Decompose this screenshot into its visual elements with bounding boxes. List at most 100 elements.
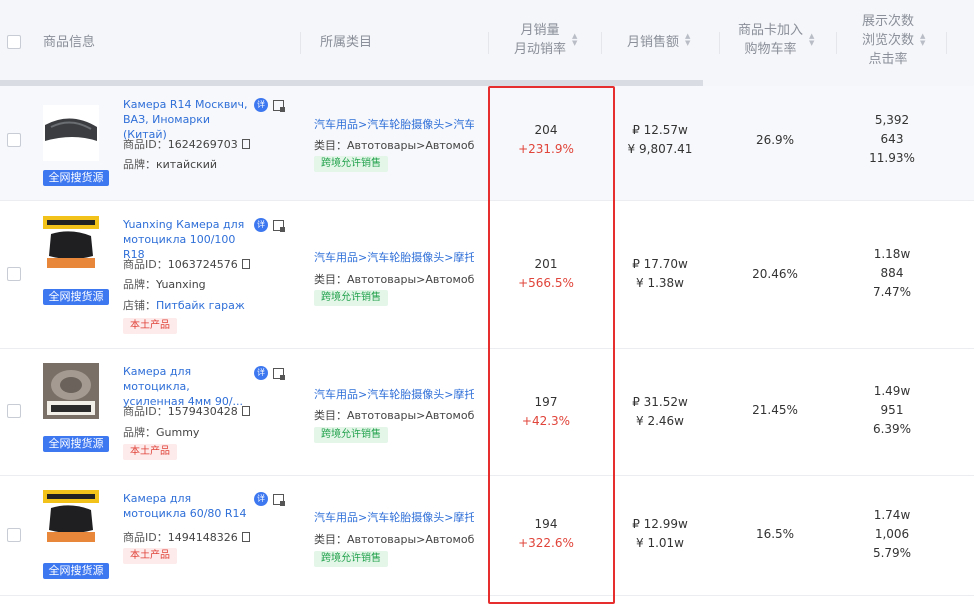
table-row: 全网搜货源 Камера для мотоцикла 60/80 R14 详 商… (0, 476, 974, 596)
product-brand: 品牌：Yuanxing (123, 276, 206, 292)
category-type-value: Автотовары>Автомобильные шины (347, 273, 474, 286)
header-cart-rate-label-2: 购物车率 (744, 42, 797, 57)
header-monthly-revenue-label: 月销售额 (627, 34, 680, 50)
table-header: 商品信息 所属类目 月销量 月动销率 ▲ ▼ 月销售额 ▲ ▼ 商品卡加入 购物车率… (0, 0, 974, 86)
views: 643 (880, 132, 904, 146)
brand-value: Yuanxing (156, 278, 206, 291)
category-path-link[interactable]: 汽车用品>汽车轮胎摄像头>摩托车 (314, 509, 474, 525)
product-image[interactable] (43, 490, 99, 546)
traffic-cell: 5,392 643 11.93% (836, 111, 948, 168)
copy-icon[interactable] (241, 139, 250, 149)
source-search-button[interactable]: 全网搜货源 (43, 563, 109, 579)
sort-icon[interactable]: ▲ ▼ (920, 33, 925, 47)
product-id-value: 1624269703 (167, 138, 238, 151)
detail-icon[interactable]: 详 (254, 98, 268, 112)
cross-border-tag: 跨境允许销售 (314, 551, 388, 567)
select-all-checkbox[interactable] (7, 35, 21, 49)
revenue-cny: ¥ 9,807.41 (627, 142, 693, 156)
brand-label: 品牌： (123, 278, 156, 291)
detail-icon[interactable]: 详 (254, 218, 268, 232)
row-checkbox[interactable] (7, 133, 21, 147)
category-path-link[interactable]: 汽车用品>汽车轮胎摄像头>摩托车 (314, 386, 474, 402)
ctr: 5.79% (872, 546, 912, 560)
ctr: 11.93% (869, 151, 915, 165)
header-divider (836, 32, 837, 54)
cross-border-tag: 跨境允许销售 (314, 427, 388, 443)
category-label: 类目： (314, 533, 347, 546)
black-inner-tube-image (43, 105, 99, 161)
sort-icon[interactable]: ▲ ▼ (809, 33, 814, 47)
brand-value: Gummy (156, 426, 200, 439)
brand-label: 品牌： (123, 426, 156, 439)
category-label: 类目： (314, 273, 347, 286)
header-monthly-revenue[interactable]: 月销售额 ▲ ▼ (627, 0, 690, 80)
copy-icon[interactable] (241, 406, 250, 416)
cart-rate-cell: 16.5% (755, 527, 795, 541)
product-brand: 品牌：Gummy (123, 424, 199, 440)
external-link-icon[interactable] (273, 100, 285, 112)
product-id: 商品ID：1063724576 (123, 256, 250, 272)
header-monthly-sales[interactable]: 月销量 月动销率 ▲ ▼ (514, 0, 577, 80)
external-link-icon[interactable] (273, 494, 285, 506)
category-path-link[interactable]: 汽车用品>汽车轮胎摄像头>汽车配件 (314, 116, 474, 132)
product-image[interactable] (43, 105, 99, 161)
product-image[interactable] (43, 216, 99, 272)
header-impressions[interactable]: 展示次数 浏览次数 点击率 ▲ ▼ (862, 0, 925, 80)
brand-label: 品牌： (123, 158, 156, 171)
ctr: 6.39% (872, 422, 912, 436)
shop-link[interactable]: Питбайк гараж (156, 299, 245, 312)
product-id-label: 商品ID： (123, 531, 168, 544)
local-product-tag: 本土产品 (123, 444, 177, 460)
copy-icon[interactable] (241, 259, 250, 269)
brand-value: китайский (156, 158, 218, 171)
row-checkbox[interactable] (7, 528, 21, 542)
ctr: 7.47% (872, 285, 912, 299)
views: 1,006 (874, 527, 910, 541)
product-id: 商品ID：1624269703 (123, 136, 250, 152)
table-row: 全网搜货源 Камера для мотоцикла, усиленная 4м… (0, 349, 974, 476)
header-cart-rate[interactable]: 商品卡加入 购物车率 ▲ ▼ (738, 0, 814, 80)
revenue-cny: ¥ 1.01w (636, 536, 684, 550)
product-title-link[interactable]: Камера для мотоцикла 60/80 R14 (123, 491, 251, 521)
product-image[interactable] (43, 363, 99, 419)
product-id-label: 商品ID： (123, 258, 168, 271)
category-path-link[interactable]: 汽车用品>汽车轮胎摄像头>摩托车 (314, 249, 474, 265)
external-link-icon[interactable] (273, 368, 285, 380)
external-link-icon[interactable] (273, 220, 285, 232)
sort-icon[interactable]: ▲ ▼ (685, 33, 690, 47)
header-divider (946, 32, 947, 54)
header-category: 所属类目 (320, 34, 373, 50)
monthly-sales-rate: +566.5% (518, 276, 574, 290)
source-search-button[interactable]: 全网搜货源 (43, 436, 109, 452)
product-id-value: 1579430428 (167, 405, 238, 418)
impressions: 1.49w (873, 384, 911, 398)
shop-label: 店铺： (123, 299, 156, 312)
sales-cell: 204 +231.9% (490, 121, 602, 159)
product-id: 商品ID：1579430428 (123, 403, 250, 419)
header-divider (300, 32, 301, 54)
revenue-cny: ¥ 1.38w (636, 276, 684, 290)
revenue-cell: ₽ 12.57w ¥ 9,807.41 (602, 121, 718, 159)
tube-box-yellow-label-image (43, 216, 99, 272)
source-search-button[interactable]: 全网搜货源 (43, 170, 109, 186)
header-impressions-label: 展示次数 (862, 13, 915, 29)
detail-icon[interactable]: 详 (254, 492, 268, 506)
revenue-cell: ₽ 12.99w ¥ 1.01w (602, 515, 718, 553)
header-divider (601, 32, 602, 54)
row-checkbox[interactable] (7, 267, 21, 281)
sort-icon[interactable]: ▲ ▼ (572, 33, 577, 47)
category-type-value: Автотовары>Автомобильные шины (347, 409, 474, 422)
revenue-rub: ₽ 12.57w (632, 123, 688, 137)
detail-icon[interactable]: 详 (254, 366, 268, 380)
traffic-cell: 1.49w 951 6.39% (836, 382, 948, 439)
cart-rate-cell: 21.45% (752, 403, 798, 417)
header-divider (488, 32, 489, 54)
product-id-value: 1063724576 (167, 258, 238, 271)
tube-box-yellow-label-image (43, 490, 99, 546)
revenue-rub: ₽ 12.99w (632, 517, 688, 531)
source-search-button[interactable]: 全网搜货源 (43, 289, 109, 305)
monthly-sales: 201 (534, 257, 558, 271)
revenue-rub: ₽ 31.52w (632, 395, 688, 409)
row-checkbox[interactable] (7, 404, 21, 418)
copy-icon[interactable] (241, 532, 250, 542)
